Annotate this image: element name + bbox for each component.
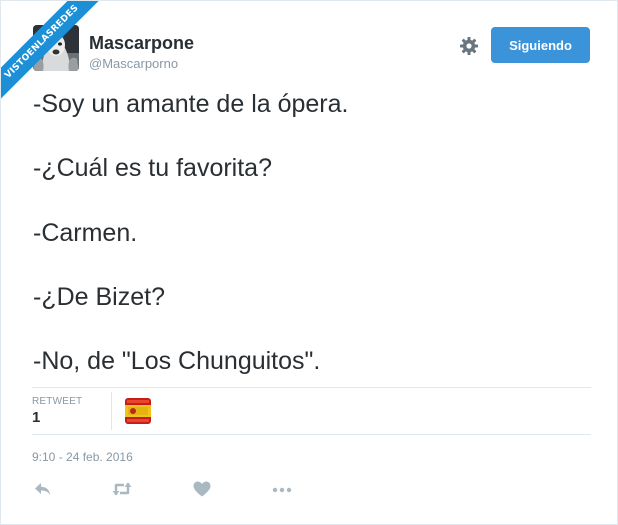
tweet-line: -Carmen. — [33, 219, 138, 247]
retweeter-avatar-image — [125, 398, 151, 424]
tweet-line: -¿De Bizet? — [33, 283, 165, 311]
stats-divider-top — [32, 387, 591, 388]
reply-icon[interactable] — [33, 480, 55, 498]
gear-icon[interactable] — [457, 34, 481, 58]
more-dots-icon[interactable] — [271, 480, 293, 498]
retweet-icon[interactable] — [111, 480, 133, 498]
retweet-count[interactable]: 1 — [32, 409, 40, 426]
watermark-ribbon: VISTOENLASREDES — [1, 1, 103, 103]
tweet-line: -¿Cuál es tu favorita? — [33, 154, 272, 182]
stats-divider-bottom — [32, 434, 591, 435]
retweet-label: RETWEET — [32, 396, 83, 407]
stats-separator — [111, 392, 112, 430]
tweet-line: -No, de "Los Chunguitos". — [33, 347, 321, 375]
tweet-card: VISTOENLASREDES Mascarpone @Mascarporno — [0, 0, 618, 525]
watermark-corner: VISTOENLASREDES — [1, 1, 111, 111]
tweet-timestamp[interactable]: 9:10 - 24 feb. 2016 — [32, 450, 133, 464]
following-button[interactable]: Siguiendo — [491, 27, 590, 63]
retweeter-avatar[interactable] — [125, 398, 151, 424]
heart-icon[interactable] — [192, 480, 214, 498]
